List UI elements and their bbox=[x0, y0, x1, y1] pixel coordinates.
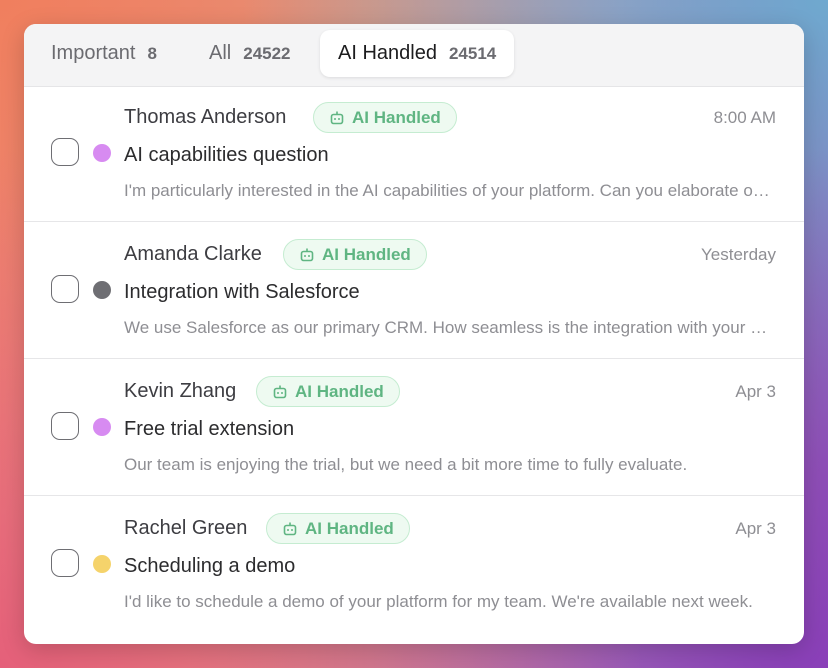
ai-handled-badge: AI Handled bbox=[256, 376, 400, 407]
select-checkbox[interactable] bbox=[51, 275, 79, 303]
select-checkbox[interactable] bbox=[51, 549, 79, 577]
message-preview: Our team is enjoying the trial, but we n… bbox=[124, 455, 688, 474]
robot-icon bbox=[330, 111, 344, 124]
status-dot bbox=[93, 555, 111, 573]
message-row[interactable]: Kevin Zhang AI Handled Apr 3 Free trial … bbox=[24, 360, 804, 496]
sender-name: Rachel Green bbox=[124, 517, 248, 539]
status-dot bbox=[93, 281, 111, 299]
badge-label: AI Handled bbox=[305, 518, 394, 538]
tab-all[interactable]: All 24522 bbox=[209, 30, 291, 77]
message-subject: Integration with Salesforce bbox=[124, 281, 360, 303]
tab-important-label: Important bbox=[51, 42, 136, 64]
message-time: Apr 3 bbox=[735, 519, 776, 538]
badge-label: AI Handled bbox=[352, 107, 441, 127]
tab-ai-handled-count: 24514 bbox=[448, 43, 497, 63]
message-time: Yesterday bbox=[701, 245, 776, 264]
message-subject: Free trial extension bbox=[124, 418, 295, 440]
ai-handled-badge: AI Handled bbox=[283, 239, 427, 270]
robot-icon bbox=[283, 522, 297, 535]
sender-name: Amanda Clarke bbox=[124, 243, 262, 265]
inbox-panel: Important 8 All 24522 AI Handled 24514 T… bbox=[24, 24, 804, 644]
badge-label: AI Handled bbox=[322, 244, 411, 264]
tab-important[interactable]: Important 8 bbox=[51, 30, 157, 77]
select-checkbox[interactable] bbox=[51, 138, 79, 166]
tab-all-count: 24522 bbox=[243, 43, 291, 63]
ai-handled-badge: AI Handled bbox=[313, 102, 457, 133]
status-dot bbox=[93, 144, 111, 162]
message-time: 8:00 AM bbox=[713, 108, 776, 127]
sender-name: Thomas Anderson bbox=[124, 106, 287, 128]
message-row[interactable]: Amanda Clarke AI Handled Yesterday Integ… bbox=[24, 223, 804, 359]
tab-bar: Important 8 All 24522 AI Handled 24514 bbox=[24, 24, 804, 87]
robot-icon bbox=[273, 385, 287, 398]
tab-ai-handled[interactable]: AI Handled 24514 bbox=[320, 30, 515, 77]
message-preview: I'm particularly interested in the AI ca… bbox=[124, 181, 776, 200]
message-time: Apr 3 bbox=[735, 382, 776, 401]
sender-name: Kevin Zhang bbox=[124, 380, 237, 402]
message-preview: We use Salesforce as our primary CRM. Ho… bbox=[124, 318, 776, 337]
message-row[interactable]: Thomas Anderson AI Handled 8:00 AM AI ca… bbox=[24, 86, 804, 222]
ai-handled-badge: AI Handled bbox=[266, 513, 410, 544]
message-subject: AI capabilities question bbox=[124, 144, 329, 166]
badge-label: AI Handled bbox=[295, 381, 384, 401]
message-preview: I'd like to schedule a demo of your plat… bbox=[124, 592, 753, 611]
robot-icon bbox=[300, 248, 314, 261]
tab-important-count: 8 bbox=[147, 43, 157, 63]
tab-ai-handled-label: AI Handled bbox=[338, 42, 437, 64]
message-row[interactable]: Rachel Green AI Handled Apr 3 Scheduling… bbox=[24, 497, 804, 633]
select-checkbox[interactable] bbox=[51, 412, 79, 440]
tab-all-label: All bbox=[209, 42, 232, 64]
message-subject: Scheduling a demo bbox=[124, 555, 296, 577]
status-dot bbox=[93, 418, 111, 436]
